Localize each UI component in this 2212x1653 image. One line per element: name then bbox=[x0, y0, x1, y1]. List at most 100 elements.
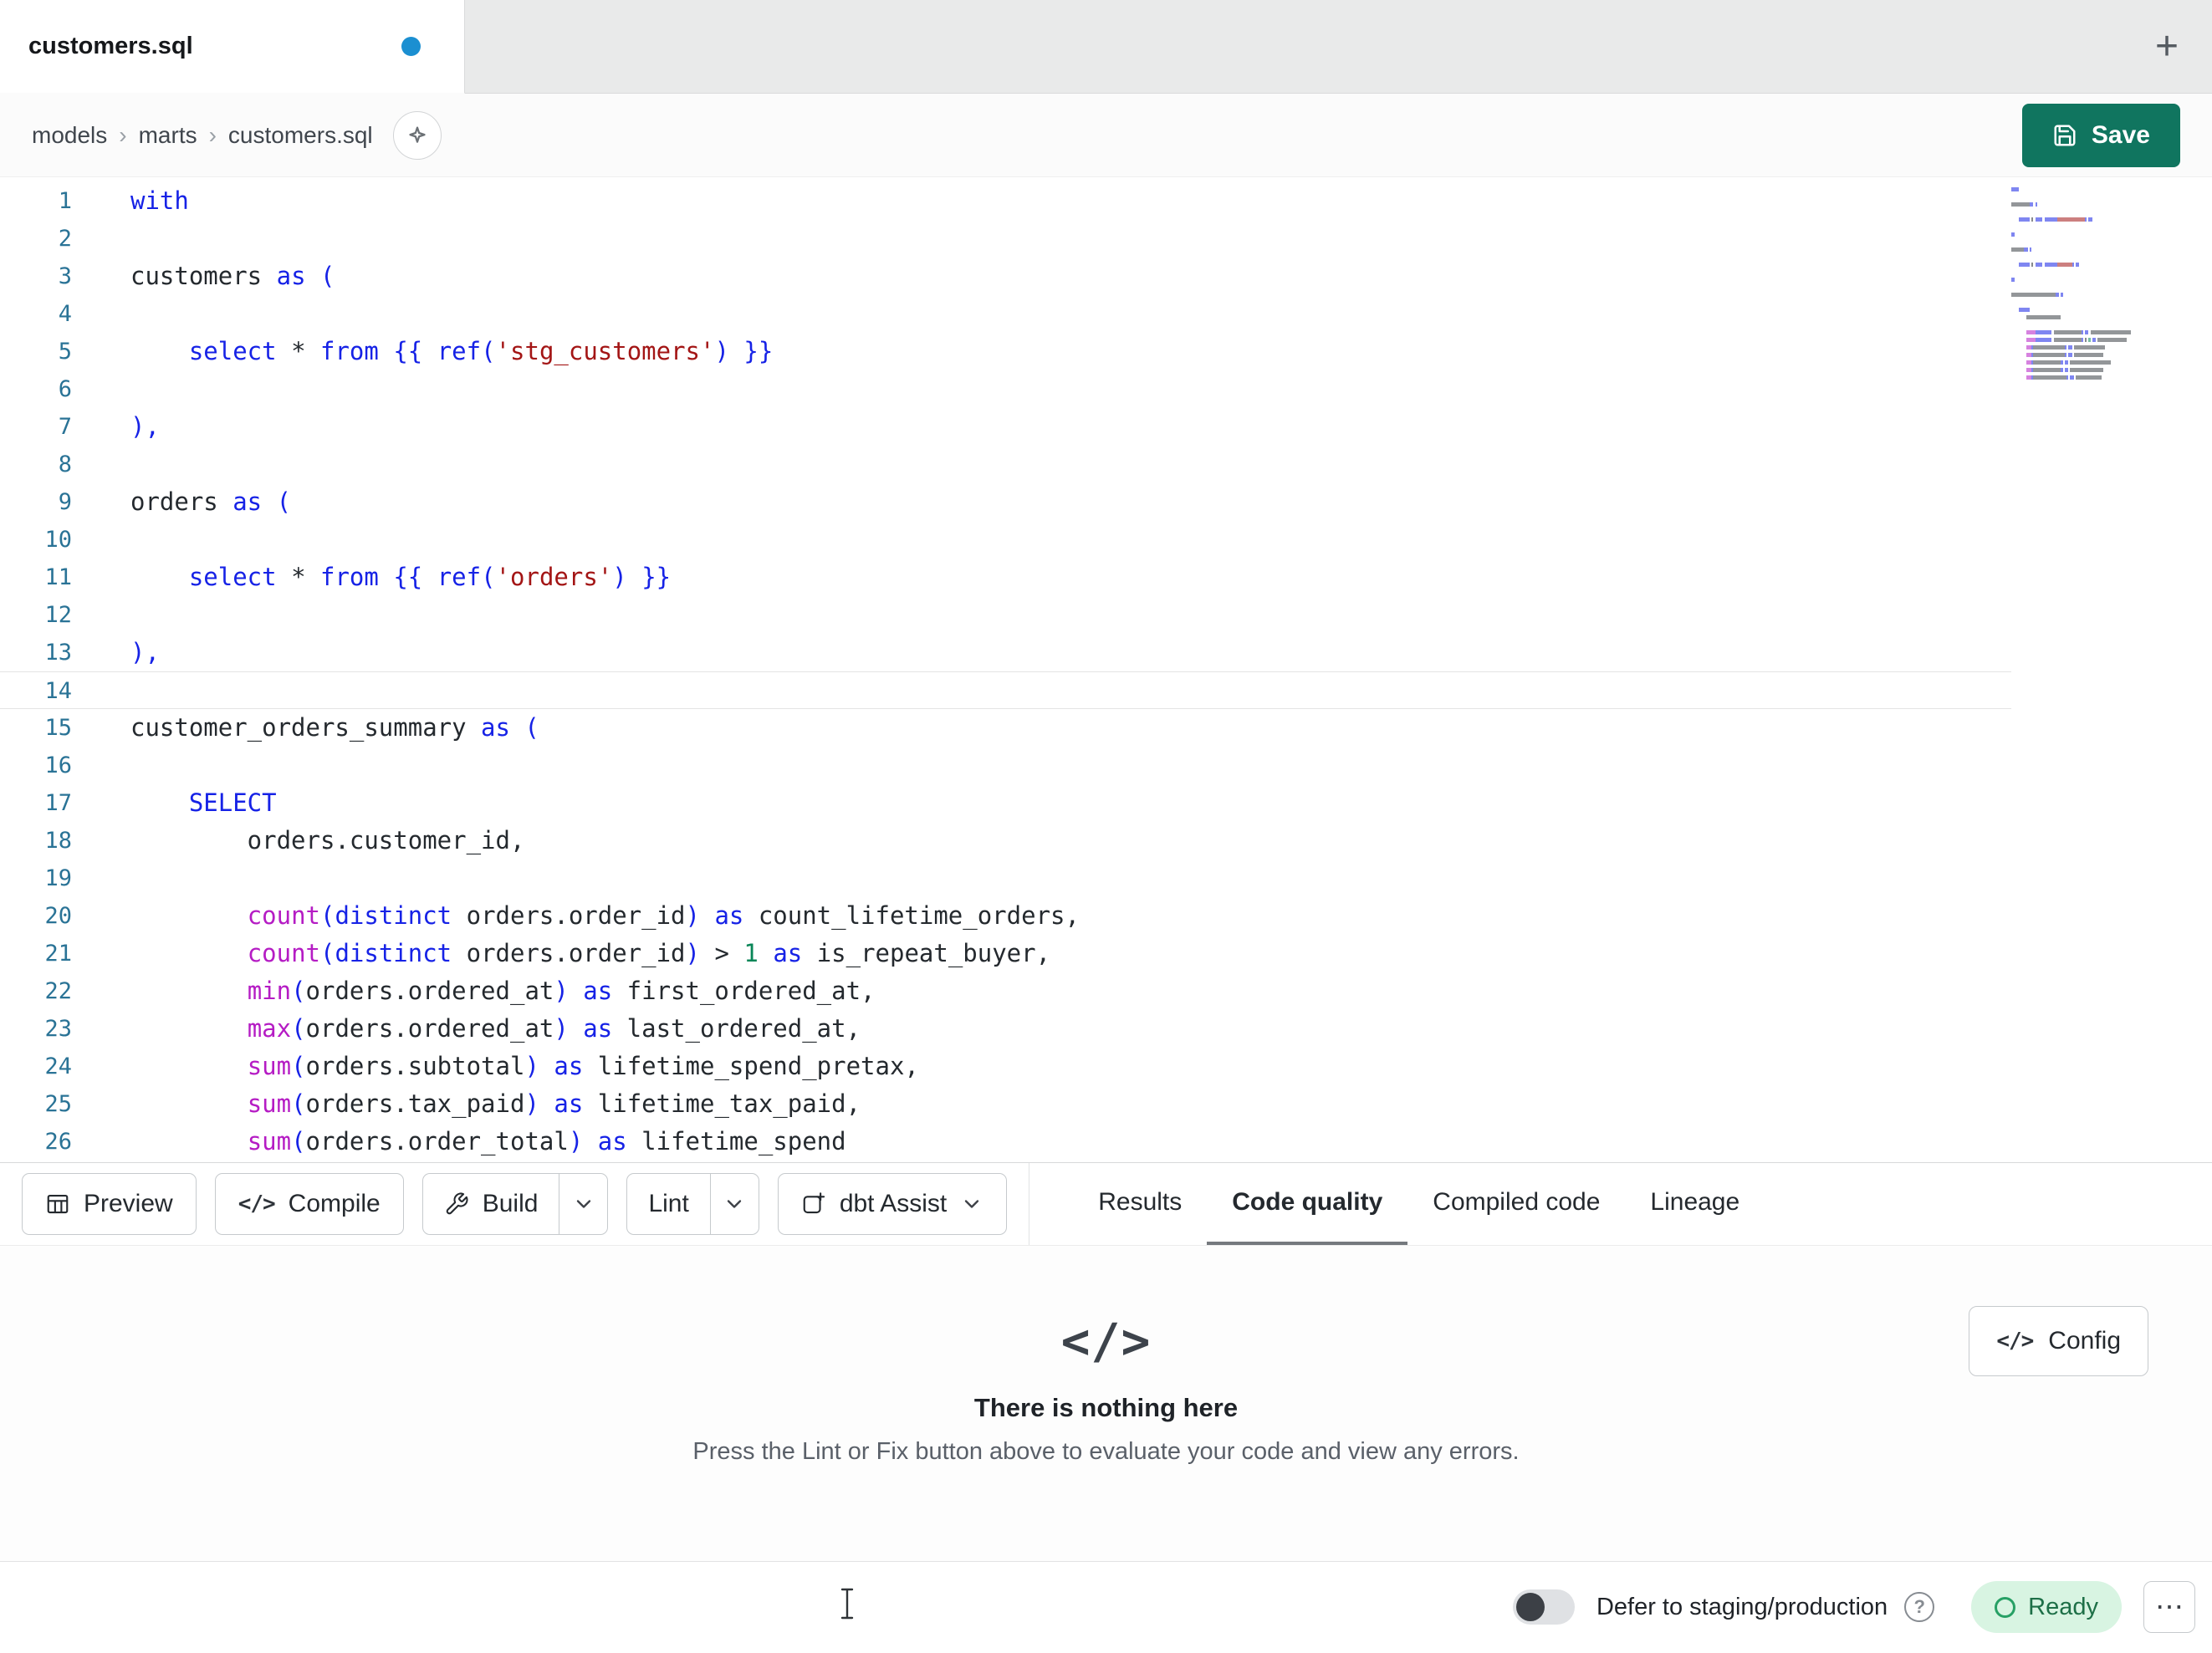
code-line[interactable]: 24 sum(orders.subtotal) as lifetime_spen… bbox=[0, 1048, 2011, 1085]
action-toolbar: Preview </> Compile Build Lint dbt Assis… bbox=[0, 1162, 2212, 1246]
empty-state: </> There is nothing here Press the Lint… bbox=[479, 1313, 1734, 1466]
code-line[interactable]: 3 customers as ( bbox=[0, 258, 2011, 295]
code-line[interactable]: 13), bbox=[0, 634, 2011, 671]
code-line[interactable]: 25 sum(orders.tax_paid) as lifetime_tax_… bbox=[0, 1085, 2011, 1123]
minimap-line bbox=[2011, 336, 2140, 344]
breadcrumb-separator: › bbox=[208, 121, 217, 148]
minimap-line bbox=[2011, 276, 2140, 283]
code-line[interactable]: 1 with bbox=[0, 182, 2011, 220]
code-line[interactable]: 20 count(distinct orders.order_id) as co… bbox=[0, 897, 2011, 935]
plus-icon: + bbox=[2154, 23, 2179, 69]
tab-customers-sql[interactable]: customers.sql bbox=[0, 0, 465, 94]
build-dropdown-button[interactable] bbox=[559, 1174, 607, 1234]
code-line[interactable]: 19 bbox=[0, 860, 2011, 897]
code-line[interactable]: 22 min(orders.ordered_at) as first_order… bbox=[0, 972, 2011, 1010]
ellipsis-icon: ⋯ bbox=[2155, 1591, 2184, 1623]
new-tab-button[interactable]: + bbox=[2147, 23, 2187, 70]
breadcrumb-item-customers-sql[interactable]: customers.sql bbox=[228, 122, 373, 149]
code-line[interactable]: 14 bbox=[0, 671, 2011, 709]
code-line[interactable]: 10 bbox=[0, 521, 2011, 559]
line-number: 25 bbox=[44, 1091, 72, 1117]
lint-split-button: Lint bbox=[626, 1173, 759, 1235]
line-number: 20 bbox=[44, 903, 72, 929]
code-line-text: ), bbox=[130, 638, 160, 666]
copilot-icon-button[interactable] bbox=[392, 110, 442, 160]
unsaved-indicator-dot bbox=[401, 37, 421, 56]
code-line-text: count(distinct orders.order_id) as count… bbox=[247, 901, 1080, 930]
line-number: 22 bbox=[44, 978, 72, 1004]
minimap-line bbox=[2011, 268, 2140, 276]
code-line[interactable]: 21 count(distinct orders.order_id) > 1 a… bbox=[0, 935, 2011, 972]
dbt-assist-button[interactable]: dbt Assist bbox=[777, 1173, 1008, 1235]
minimap[interactable] bbox=[2011, 186, 2140, 381]
code-line[interactable]: 11 select * from {{ ref('orders') }} bbox=[0, 559, 2011, 596]
result-tab-compiled-code[interactable]: Compiled code bbox=[1407, 1163, 1625, 1245]
compile-button[interactable]: </> Compile bbox=[214, 1173, 404, 1235]
line-number: 13 bbox=[44, 640, 72, 666]
line-number: 21 bbox=[44, 941, 72, 967]
minimap-line bbox=[2011, 253, 2140, 261]
config-button[interactable]: </> Config bbox=[1969, 1306, 2148, 1376]
result-tab-lineage[interactable]: Lineage bbox=[1625, 1163, 1765, 1245]
result-tab-code-quality[interactable]: Code quality bbox=[1207, 1163, 1408, 1245]
code-line[interactable]: 6 bbox=[0, 370, 2011, 408]
save-button[interactable]: Save bbox=[2021, 103, 2180, 167]
minimap-line bbox=[2011, 366, 2140, 374]
code-icon: </> bbox=[1996, 1329, 2034, 1354]
minimap-line bbox=[2011, 359, 2140, 366]
minimap-line bbox=[2011, 283, 2140, 291]
build-tool-icon bbox=[446, 1192, 468, 1215]
code-line-text: count(distinct orders.order_id) > 1 as i… bbox=[247, 939, 1051, 967]
code-line[interactable]: 8 bbox=[0, 446, 2011, 483]
line-number: 3 bbox=[58, 263, 72, 289]
code-line[interactable]: 17 SELECT bbox=[0, 784, 2011, 822]
chevron-down-icon bbox=[965, 1200, 979, 1208]
assist-edit-icon bbox=[803, 1192, 825, 1214]
line-number: 2 bbox=[58, 226, 72, 252]
breadcrumb: models › marts › customers.sql bbox=[32, 122, 373, 149]
chevron-down-icon bbox=[576, 1200, 591, 1208]
status-bar: Defer to staging/production ? Ready ⋯ bbox=[0, 1562, 2212, 1652]
copilot-sparkle-icon bbox=[409, 126, 426, 143]
code-line[interactable]: 12 bbox=[0, 596, 2011, 634]
line-number: 1 bbox=[58, 188, 72, 214]
code-editor[interactable]: 1 with 2 3 customers as (4 5 select * from {{… bbox=[0, 177, 2212, 1162]
preview-button[interactable]: Preview bbox=[22, 1173, 197, 1235]
minimap-line bbox=[2011, 306, 2140, 314]
preview-label: Preview bbox=[84, 1190, 173, 1217]
code-line[interactable]: 15 customer_orders_summary as ( bbox=[0, 709, 2011, 747]
code-line-text: orders.customer_id, bbox=[130, 826, 525, 855]
overflow-menu-button[interactable]: ⋯ bbox=[2143, 1581, 2195, 1633]
code-line[interactable]: 2 bbox=[0, 220, 2011, 258]
defer-toggle[interactable] bbox=[1512, 1589, 1575, 1625]
result-tab-results[interactable]: Results bbox=[1073, 1163, 1207, 1245]
code-line[interactable]: 5 select * from {{ ref('stg_customers') … bbox=[0, 333, 2011, 370]
minimap-line bbox=[2011, 216, 2140, 223]
build-button[interactable]: Build bbox=[423, 1174, 559, 1234]
code-line-text: sum(orders.tax_paid) as lifetime_tax_pai… bbox=[247, 1089, 861, 1118]
minimap-line bbox=[2011, 186, 2140, 193]
code-icon: </> bbox=[238, 1191, 276, 1217]
code-line[interactable]: 16 bbox=[0, 747, 2011, 784]
lint-button[interactable]: Lint bbox=[627, 1174, 709, 1234]
minimap-line bbox=[2011, 351, 2140, 359]
lint-dropdown-button[interactable] bbox=[709, 1174, 759, 1234]
line-number: 17 bbox=[44, 790, 72, 816]
code-line[interactable]: 18 orders.customer_id, bbox=[0, 822, 2011, 860]
code-line[interactable]: 9 orders as ( bbox=[0, 483, 2011, 521]
code-line-text: sum(orders.subtotal) as lifetime_spend_p… bbox=[247, 1052, 919, 1080]
code-line[interactable]: 7), bbox=[0, 408, 2011, 446]
code-line-text: SELECT bbox=[188, 788, 277, 817]
code-line[interactable]: 4 bbox=[0, 295, 2011, 333]
dbt-assist-label: dbt Assist bbox=[839, 1190, 948, 1217]
code-line[interactable]: 26 sum(orders.order_total) as lifetime_s… bbox=[0, 1123, 2011, 1161]
breadcrumb-item-models[interactable]: models bbox=[32, 122, 107, 149]
minimap-line bbox=[2011, 314, 2140, 321]
help-icon[interactable]: ? bbox=[1904, 1592, 1935, 1622]
breadcrumb-item-marts[interactable]: marts bbox=[139, 122, 197, 149]
code-line-text: orders as ( bbox=[130, 487, 292, 516]
code-line[interactable]: 23 max(orders.ordered_at) as last_ordere… bbox=[0, 1010, 2011, 1048]
